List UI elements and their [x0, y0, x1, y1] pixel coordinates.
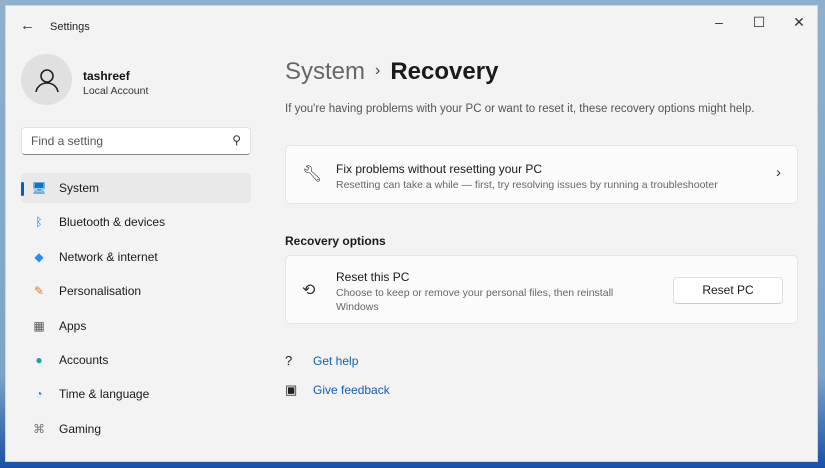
sidebar-item-label: Accounts	[59, 353, 108, 367]
back-arrow-icon[interactable]: ←	[20, 17, 35, 34]
breadcrumb: System › Recovery	[285, 58, 498, 86]
app-title: Settings	[50, 21, 90, 33]
reset-pc-card: ⟲ Reset this PC Choose to keep or remove…	[285, 255, 798, 324]
title-bar: ← Settings – ☐ ✕	[6, 6, 817, 46]
fix-problems-subtitle: Resetting can take a while — first, try …	[336, 178, 718, 192]
page-description: If you're having problems with your PC o…	[285, 103, 754, 115]
sidebar-icon: ⌘	[31, 422, 47, 436]
user-name: tashreef	[83, 69, 130, 83]
help-icon: ?	[285, 353, 305, 368]
search-placeholder: Find a setting	[31, 134, 103, 148]
user-icon	[34, 67, 60, 93]
give-feedback-link[interactable]: ▣ Give feedback	[285, 382, 390, 398]
sidebar-nav: 🖥 System ᛒ Bluetooth & devices ◆ Network & in…	[21, 173, 251, 448]
sidebar-item-label: Time & language	[59, 387, 149, 401]
fix-problems-title: Fix problems without resetting your PC	[336, 162, 542, 176]
sidebar-item-network-internet[interactable]: ◆ Network & internet	[21, 242, 251, 272]
account-type: Local Account	[83, 85, 148, 97]
sidebar-item-system[interactable]: 🖥 System	[21, 173, 251, 203]
sidebar-icon: ᛒ	[31, 215, 47, 229]
get-help-label: Get help	[313, 354, 358, 368]
reset-icon: ⟲	[302, 280, 315, 300]
sidebar-icon: ▦	[31, 319, 47, 333]
reset-subtitle: Choose to keep or remove your personal f…	[336, 286, 636, 314]
sidebar-item-gaming[interactable]: ⌘ Gaming	[21, 414, 251, 444]
page-title: Recovery	[390, 58, 498, 85]
sidebar-icon: ●	[31, 353, 47, 367]
chevron-right-icon: ›	[375, 62, 380, 79]
sidebar-item-personalisation[interactable]: ✎ Personalisation	[21, 276, 251, 306]
give-feedback-label: Give feedback	[313, 383, 390, 397]
sidebar-item-label: Gaming	[59, 422, 101, 436]
chevron-right-icon: ›	[776, 164, 781, 181]
breadcrumb-parent[interactable]: System	[285, 58, 365, 85]
search-icon: ⚲	[232, 133, 241, 147]
avatar[interactable]	[21, 54, 72, 105]
settings-window: ← Settings – ☐ ✕ tashreef Local Account …	[5, 5, 818, 462]
feedback-icon: ▣	[285, 382, 305, 398]
sidebar-icon: 🖥	[31, 181, 47, 195]
sidebar-icon: ◆	[31, 250, 47, 264]
sidebar-icon: ◔	[31, 387, 47, 401]
maximize-button[interactable]: ☐	[747, 14, 771, 31]
sidebar-item-accounts[interactable]: ● Accounts	[21, 345, 251, 375]
sidebar-item-time-language[interactable]: ◔ Time & language	[21, 379, 251, 409]
minimize-button[interactable]: –	[707, 14, 731, 30]
sidebar-item-label: Bluetooth & devices	[59, 215, 165, 229]
reset-pc-button[interactable]: Reset PC	[673, 277, 783, 304]
sidebar-item-label: Personalisation	[59, 284, 141, 298]
section-title: Recovery options	[285, 234, 386, 248]
sidebar-item-apps[interactable]: ▦ Apps	[21, 311, 251, 341]
sidebar-item-label: System	[59, 181, 99, 195]
sidebar-item-bluetooth-devices[interactable]: ᛒ Bluetooth & devices	[21, 207, 251, 237]
get-help-link[interactable]: ? Get help	[285, 353, 358, 368]
search-input[interactable]: Find a setting ⚲	[21, 127, 251, 155]
sidebar-item-label: Network & internet	[59, 250, 158, 264]
close-button[interactable]: ✕	[787, 14, 811, 31]
reset-title: Reset this PC	[336, 270, 409, 284]
sidebar-icon: ✎	[31, 284, 47, 298]
wrench-icon: 🔧︎	[302, 164, 322, 184]
fix-problems-card[interactable]: 🔧︎ Fix problems without resetting your P…	[285, 145, 798, 204]
sidebar-item-label: Apps	[59, 319, 86, 333]
